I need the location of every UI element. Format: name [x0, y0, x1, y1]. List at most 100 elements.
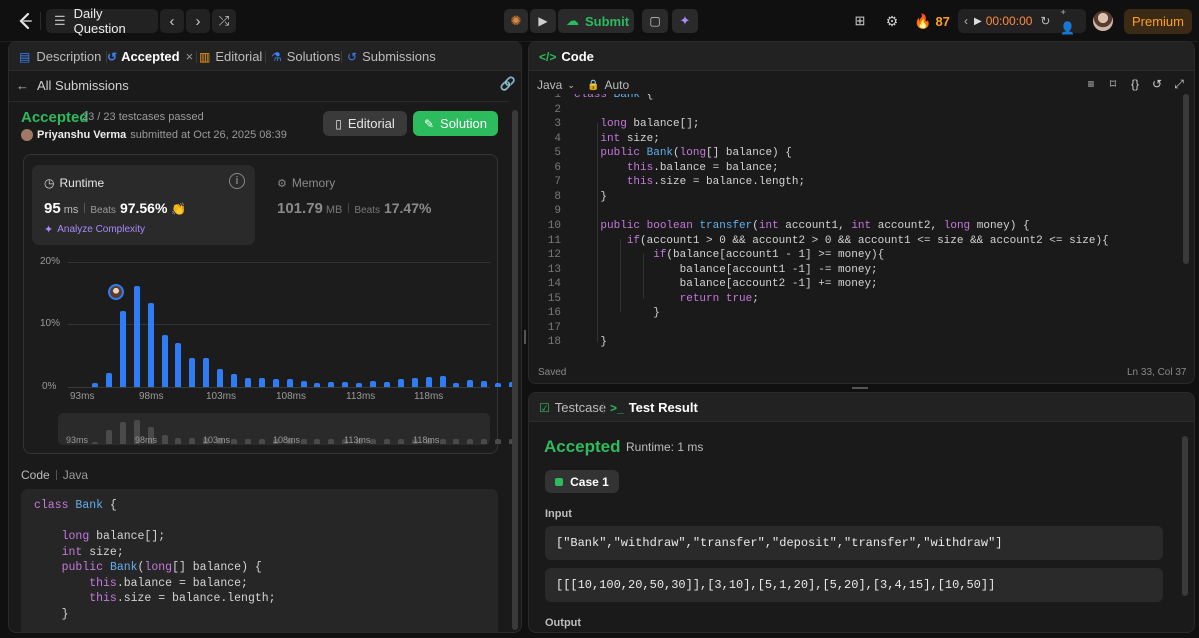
chart-bar[interactable] — [119, 310, 126, 387]
memory-card[interactable]: ⚙ Memory 101.79 MB Beats 17.47% — [269, 165, 489, 245]
link-icon[interactable]: 🔗 — [499, 75, 517, 93]
chart-bar[interactable] — [231, 373, 237, 387]
close-tab-icon[interactable]: × — [186, 49, 194, 64]
editor-code-line[interactable]: } — [574, 336, 607, 351]
all-submissions-link[interactable]: ← All Submissions — [16, 76, 129, 94]
chart-bar[interactable] — [481, 381, 488, 387]
premium-button[interactable]: Premium — [1124, 9, 1192, 34]
chart-bar[interactable] — [161, 334, 168, 387]
my-position-avatar[interactable] — [108, 284, 124, 300]
editor-code-line[interactable]: balance[account2 -1] += money; — [574, 278, 878, 293]
editor-code-line[interactable]: public Bank(long[] balance) { — [574, 147, 791, 162]
reset-icon[interactable]: ↺ — [1149, 76, 1165, 92]
chart-bar[interactable] — [272, 378, 279, 387]
editor-code-line[interactable]: balance[account1 -1] -= money; — [574, 264, 878, 279]
analyze-complexity-link[interactable]: ✦ Analyze Complexity — [44, 223, 145, 236]
chart-bar[interactable] — [92, 383, 98, 387]
tab-code[interactable]: </> Code — [539, 42, 594, 71]
chart-bar[interactable] — [328, 382, 335, 387]
avatar[interactable] — [1093, 11, 1113, 31]
case-1-tab[interactable]: Case 1 — [545, 470, 619, 493]
prev-question-icon[interactable]: ‹ — [160, 9, 184, 33]
timer-reset-icon[interactable]: ↻ — [1040, 14, 1050, 28]
language-select[interactable]: Java ⌄ — [537, 77, 575, 93]
chart-bar[interactable] — [189, 358, 196, 387]
timer-play-icon[interactable]: ▶ — [974, 16, 982, 27]
editor-scrollbar[interactable] — [1183, 94, 1189, 264]
user-name[interactable]: Priyanshu Verma — [37, 129, 126, 141]
chart-bar[interactable] — [147, 302, 154, 387]
editor-code-line[interactable]: if(account1 > 0 && account2 > 0 && accou… — [574, 235, 1109, 250]
range-selector[interactable]: 93ms 98ms 103ms 108ms 113ms 118ms — [58, 413, 515, 445]
user-avatar[interactable] — [21, 129, 33, 141]
solution-button[interactable]: ✎ Solution — [413, 111, 498, 136]
editorial-button[interactable]: ▯ Editorial — [323, 111, 407, 136]
result-scrollbar[interactable] — [1182, 436, 1188, 596]
line-number: 10 — [547, 219, 561, 232]
chart-bar[interactable] — [439, 376, 446, 387]
chart-bar[interactable] — [425, 377, 432, 387]
tab-testcase[interactable]: ☑ Testcase — [539, 393, 606, 422]
chart-bar[interactable] — [383, 382, 390, 387]
notes-icon[interactable]: ▢ — [642, 9, 668, 33]
ai-sparkle-icon[interactable]: ✦ — [672, 9, 698, 33]
chart-bar[interactable] — [217, 368, 224, 387]
submit-button[interactable]: ☁ Submit — [558, 9, 634, 33]
streak-counter[interactable]: 🔥 87 — [914, 10, 950, 32]
braces-icon[interactable]: {} — [1127, 76, 1143, 92]
chart-bar[interactable] — [495, 382, 502, 387]
editor-code-line[interactable]: int size; — [574, 133, 659, 148]
editor-code-line[interactable]: } — [574, 307, 660, 322]
tab-description[interactable]: ▤ Description — [19, 42, 101, 71]
chart-bar[interactable] — [300, 380, 307, 387]
editor-code-line[interactable]: public boolean transfer(int account1, in… — [574, 220, 1029, 235]
tab-solutions[interactable]: ⚗ Solutions — [271, 42, 340, 71]
chart-bar[interactable] — [453, 383, 460, 387]
layout-icon[interactable]: ⊞ — [850, 10, 870, 32]
chart-bar[interactable] — [175, 342, 182, 387]
editor-code-line[interactable]: this.size = balance.length; — [574, 176, 805, 191]
gear-icon[interactable]: ⚙ — [882, 10, 902, 32]
chart-bar[interactable] — [203, 358, 210, 387]
debug-icon[interactable]: ✺ — [504, 9, 528, 33]
chart-bar[interactable] — [411, 377, 418, 387]
chart-bar[interactable] — [133, 285, 140, 387]
problem-list-button[interactable]: ☰ Daily Question — [46, 6, 158, 36]
chart-bar[interactable] — [244, 378, 251, 387]
chart-bar[interactable] — [105, 373, 112, 387]
editor-code-line[interactable]: if(balance[account1 - 1] >= money){ — [574, 249, 884, 264]
add-user-icon[interactable]: ⁺👤 — [1060, 7, 1080, 35]
editor-code-line[interactable]: class Bank { — [574, 94, 653, 104]
editor-code-line[interactable]: this.balance = balance; — [574, 162, 779, 177]
shuffle-icon[interactable]: ⤮ — [212, 9, 236, 33]
chart-bar[interactable] — [356, 382, 363, 387]
tab-editorial[interactable]: ▥ Editorial — [199, 42, 262, 71]
run-icon[interactable]: ▶ — [530, 9, 556, 33]
tab-test-result[interactable]: >_ Test Result — [610, 393, 698, 422]
vertical-resize-handle[interactable] — [524, 330, 526, 344]
chart-bar[interactable] — [397, 378, 404, 387]
leetcode-logo-icon[interactable] — [14, 10, 36, 32]
chart-bar[interactable] — [286, 378, 293, 387]
chart-bar[interactable] — [314, 382, 321, 387]
editor-code-line[interactable]: long balance[]; — [574, 118, 699, 133]
tab-accepted[interactable]: ↺ Accepted × — [107, 42, 193, 71]
code-editor[interactable]: 1 2 3 4 5 6 7 8 9 10 11 12 13 14 15 16 17 18 class Bank { … — [529, 94, 1179, 364]
timer-collapse-icon[interactable]: ‹ — [964, 14, 968, 28]
maximize-icon[interactable]: ⤢ — [1171, 76, 1187, 92]
auto-mode[interactable]: 🔒 Auto — [587, 77, 629, 93]
editor-code-line[interactable]: return true; — [574, 293, 759, 308]
chart-bar[interactable] — [467, 380, 474, 387]
runtime-card[interactable]: ◷ Runtime i 95 ms Beats 97.56% 👏 ✦ Analy… — [32, 165, 255, 245]
format-icon[interactable]: ≡ — [1083, 76, 1099, 92]
chart-bar[interactable] — [342, 382, 349, 387]
horizontal-resize-handle[interactable] — [852, 387, 868, 389]
tab-submissions[interactable]: ↺ Submissions — [347, 42, 436, 71]
bookmark-icon[interactable]: ⌑ — [1105, 76, 1121, 92]
chart-bar[interactable] — [258, 378, 265, 387]
chart-bar[interactable] — [370, 381, 376, 387]
info-icon[interactable]: i — [229, 173, 245, 189]
left-scrollbar[interactable] — [512, 110, 518, 630]
editor-code-line[interactable]: } — [574, 191, 607, 206]
next-question-icon[interactable]: › — [186, 9, 210, 33]
